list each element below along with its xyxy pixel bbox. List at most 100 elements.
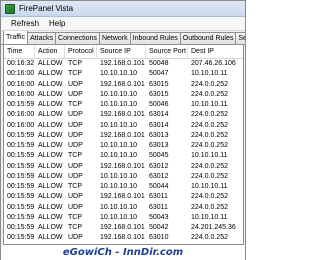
cell-dest-ip: 224.0.0.252 bbox=[191, 80, 228, 88]
cell-source-port: 50044 bbox=[149, 183, 169, 190]
column-header-dest-ip[interactable]: Dest IP bbox=[188, 45, 243, 59]
cell-time: 00:16:00 bbox=[7, 121, 35, 129]
cell-source-port: 63015 bbox=[149, 80, 169, 88]
cell-action: ALLOW bbox=[38, 111, 63, 119]
cell-source-port: 50043 bbox=[149, 213, 169, 221]
column-header-action[interactable]: Action bbox=[35, 45, 65, 59]
column-header-protocol[interactable]: Protocol bbox=[65, 45, 97, 59]
menu-help[interactable]: Help bbox=[44, 17, 70, 31]
cell-dest-ip: 224.0.0.252 bbox=[191, 162, 228, 170]
cell-time: 00:15:59 bbox=[7, 152, 35, 160]
tab-traffic[interactable]: Traffic bbox=[3, 31, 29, 44]
tab-strip: Traffic Attacks Connections Network Inbo… bbox=[1, 31, 245, 45]
tab-network[interactable]: Network bbox=[98, 32, 131, 44]
table-row[interactable]: 00:15:59 ALLOW TCP 192.168.0.101 50042 24.201… bbox=[4, 223, 243, 233]
cell-time: 00:15:59 bbox=[7, 234, 35, 242]
cell-protocol: UDP bbox=[68, 111, 83, 119]
cell-protocol: TCP bbox=[68, 152, 82, 160]
cell-source-port: 63012 bbox=[149, 172, 169, 180]
cell-source-port: 63010 bbox=[149, 234, 169, 242]
cell-dest-ip: 224.0.0.252 bbox=[191, 193, 228, 201]
tab-outbound-rules[interactable]: Outbound Rules bbox=[179, 32, 237, 44]
table-row[interactable]: 00:15:59 ALLOW TCP 10.10.10.10 50044 10.10.10… bbox=[4, 182, 243, 192]
cell-action: ALLOW bbox=[38, 234, 63, 242]
column-header-source-ip[interactable]: Source IP bbox=[97, 45, 146, 59]
cell-source-ip: 10.10.10.10 bbox=[100, 183, 137, 190]
cell-source-port: 63014 bbox=[149, 111, 169, 119]
tab-inbound-rules[interactable]: Inbound Rules bbox=[129, 32, 181, 44]
tab-connections[interactable]: Connections bbox=[55, 32, 100, 44]
column-header-source-port[interactable]: Source Port bbox=[146, 45, 188, 59]
table-row[interactable]: 00:16:00 ALLOW UDP 10.10.10.10 63014 224.0.0.… bbox=[4, 121, 243, 131]
table-row[interactable]: 00:15:59 ALLOW UDP 10.10.10.10 63012 224.0.0.… bbox=[4, 172, 243, 182]
table-row[interactable]: 00:15:59 ALLOW UDP 192.168.0.101 63013 224.0.… bbox=[4, 131, 243, 141]
cell-action: ALLOW bbox=[38, 131, 63, 139]
table-row[interactable]: 00:16:32 ALLOW TCP 192.168.0.101 50048 207.46… bbox=[4, 59, 243, 69]
cell-time: 00:15:59 bbox=[7, 203, 35, 211]
cell-source-ip: 192.168.0.101 bbox=[100, 162, 145, 170]
title-bar[interactable]: FirePanel Vista bbox=[1, 1, 245, 17]
table-row[interactable]: 00:16:00 ALLOW TCP 10.10.10.10 50047 10.10.10… bbox=[4, 69, 243, 79]
tab-settings[interactable]: Se bbox=[235, 32, 245, 44]
table-row[interactable]: 00:16:00 ALLOW UDP 192.168.0.101 63014 224.0.… bbox=[4, 110, 243, 120]
cell-dest-ip: 224.0.0.252 bbox=[191, 203, 228, 211]
cell-dest-ip: 224.0.0.252 bbox=[191, 142, 228, 149]
table-row[interactable]: 00:16:00 ALLOW UDP 192.168.0.101 63015 224.0.… bbox=[4, 80, 243, 90]
table-row[interactable]: 00:15:59 ALLOW TCP 10.10.10.10 50043 10.10.10… bbox=[4, 213, 243, 223]
table-row[interactable]: 00:15:59 ALLOW TCP 10.10.10.10 50045 10.10.10… bbox=[4, 151, 243, 161]
column-header-time[interactable]: Time bbox=[4, 45, 35, 59]
table-row[interactable]: 00:15:59 ALLOW UDP 192.168.0.101 63010 224.0.… bbox=[4, 233, 243, 243]
firewall-app-icon bbox=[5, 3, 15, 14]
cell-action: ALLOW bbox=[38, 224, 63, 231]
cell-source-ip: 10.10.10.10 bbox=[100, 152, 137, 160]
window-title: FirePanel Vista bbox=[19, 4, 74, 13]
cell-time: 00:16:00 bbox=[7, 80, 35, 88]
cell-dest-ip: 10.10.10.11 bbox=[191, 152, 228, 160]
cell-time: 00:15:59 bbox=[7, 193, 35, 201]
cell-time: 00:15:59 bbox=[7, 101, 35, 108]
cell-source-port: 63015 bbox=[149, 90, 169, 98]
cell-source-ip: 192.168.0.101 bbox=[100, 193, 145, 201]
cell-source-ip: 10.10.10.10 bbox=[100, 101, 137, 108]
table-row[interactable]: 00:15:59 ALLOW UDP 10.10.10.10 63011 224.0.0.… bbox=[4, 203, 243, 213]
cell-action: ALLOW bbox=[38, 183, 63, 190]
cell-source-port: 50048 bbox=[149, 60, 169, 67]
cell-protocol: UDP bbox=[68, 90, 83, 98]
cell-protocol: UDP bbox=[68, 172, 83, 180]
cell-time: 00:15:59 bbox=[7, 183, 35, 190]
app-window: FirePanel Vista Refresh Help Traffic Att… bbox=[0, 0, 246, 260]
table-row[interactable]: 00:15:59 ALLOW UDP 10.10.10.10 63013 224.0.0.… bbox=[4, 141, 243, 151]
tab-attacks[interactable]: Attacks bbox=[27, 32, 57, 44]
cell-protocol: UDP bbox=[68, 142, 83, 149]
cell-source-port: 50045 bbox=[149, 152, 169, 160]
cell-dest-ip: 24.201.245.36 bbox=[191, 224, 236, 231]
cell-source-port: 63014 bbox=[149, 121, 169, 129]
menu-refresh[interactable]: Refresh bbox=[6, 17, 44, 31]
cell-source-port: 50042 bbox=[149, 224, 169, 231]
table-header: Time Action Protocol Source IP Source Po… bbox=[4, 45, 243, 59]
cell-source-port: 50046 bbox=[149, 101, 169, 108]
cell-protocol: TCP bbox=[68, 213, 82, 221]
table-row[interactable]: 00:15:59 ALLOW UDP 192.168.0.101 63012 224.0.… bbox=[4, 162, 243, 172]
cell-action: ALLOW bbox=[38, 101, 63, 108]
cell-source-port: 50047 bbox=[149, 70, 169, 78]
table-row[interactable]: 00:16:00 ALLOW UDP 10.10.10.10 63015 224.0.0.… bbox=[4, 90, 243, 100]
cell-source-ip: 192.168.0.101 bbox=[100, 60, 145, 67]
cell-protocol: TCP bbox=[68, 224, 82, 231]
cell-dest-ip: 10.10.10.11 bbox=[191, 213, 228, 221]
cell-action: ALLOW bbox=[38, 162, 63, 170]
cell-time: 00:15:59 bbox=[7, 172, 35, 180]
cell-dest-ip: 10.10.10.11 bbox=[191, 101, 228, 108]
cell-protocol: UDP bbox=[68, 203, 83, 211]
status-bar: eGowiCh - InnDir.com bbox=[1, 245, 245, 260]
cell-dest-ip: 224.0.0.252 bbox=[191, 90, 228, 98]
table-row[interactable]: 00:15:59 ALLOW UDP 192.168.0.101 63011 224.0.… bbox=[4, 192, 243, 202]
cell-action: ALLOW bbox=[38, 172, 63, 180]
traffic-panel: Time Action Protocol Source IP Source Po… bbox=[3, 45, 244, 245]
cell-protocol: UDP bbox=[68, 234, 83, 242]
cell-dest-ip: 224.0.0.252 bbox=[191, 121, 228, 129]
cell-protocol: UDP bbox=[68, 121, 83, 129]
cell-time: 00:15:59 bbox=[7, 131, 35, 139]
table-row[interactable]: 00:15:59 ALLOW TCP 10.10.10.10 50046 10.10.10… bbox=[4, 100, 243, 110]
cell-protocol: UDP bbox=[68, 193, 83, 201]
